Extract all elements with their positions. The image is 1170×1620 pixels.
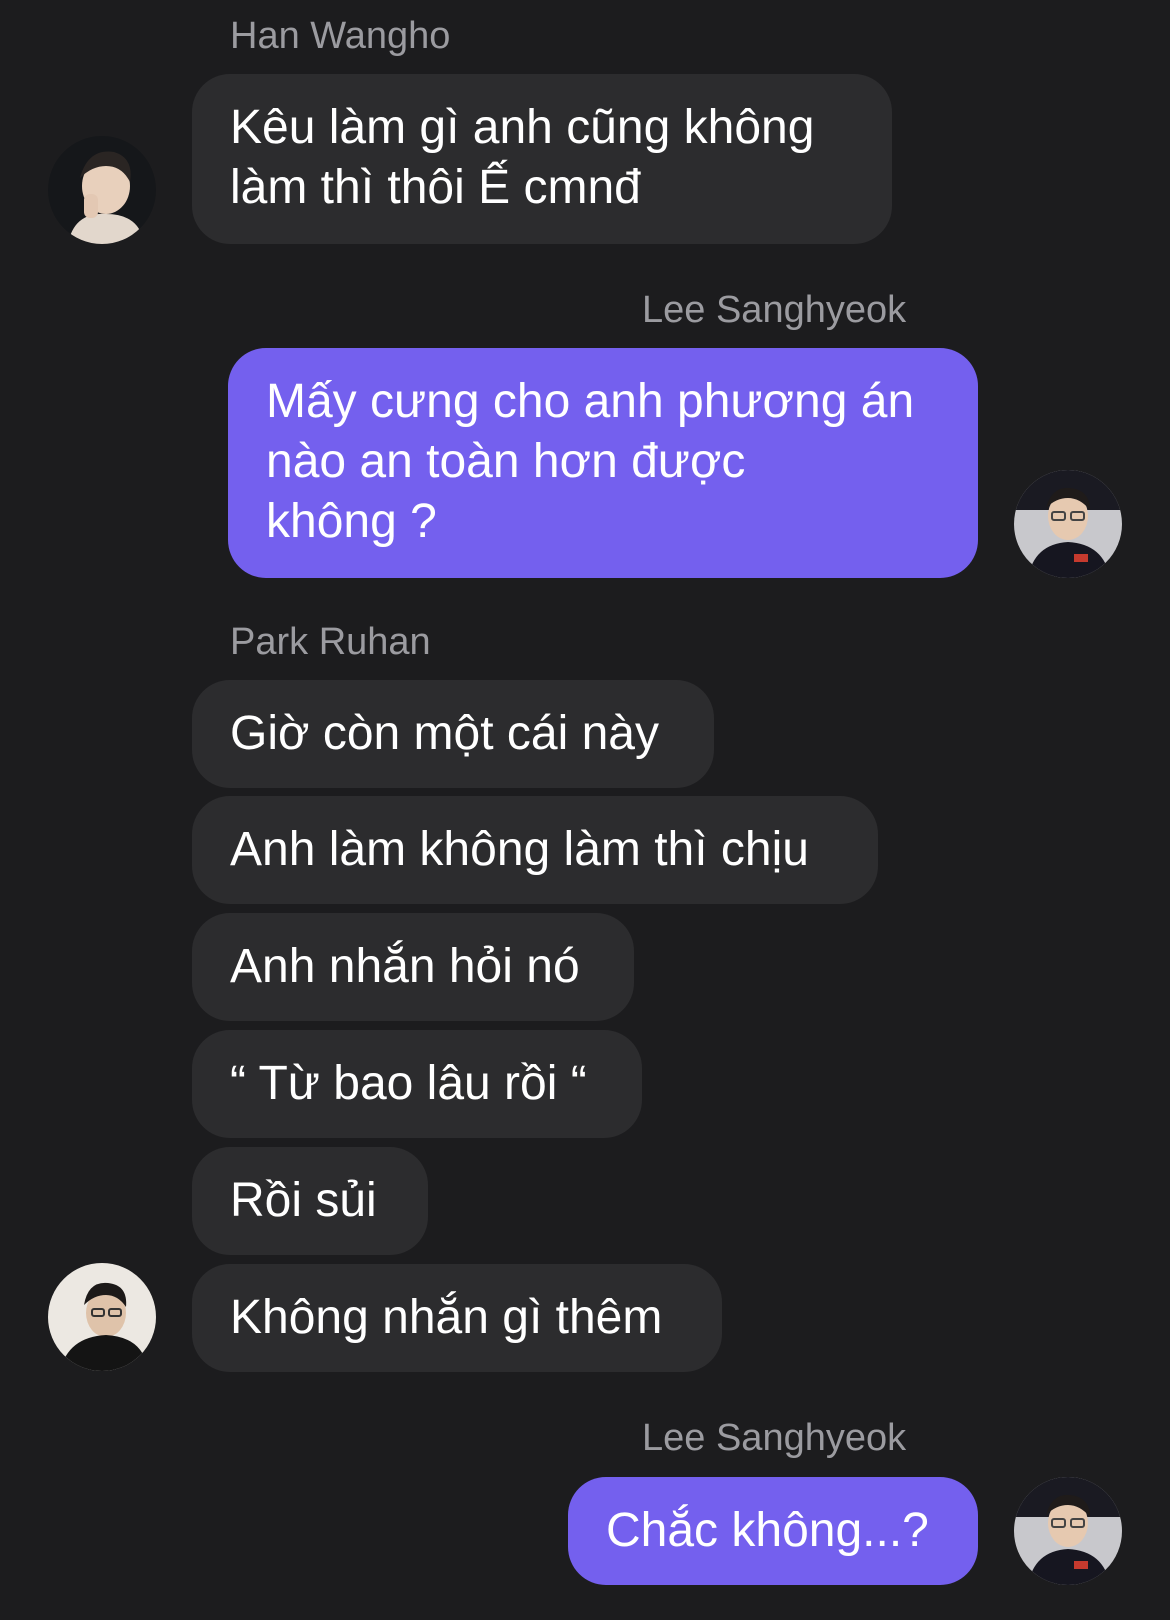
message-line: Chắc không...? (606, 1504, 929, 1557)
message-bubble[interactable]: Giờ còn một cái này (192, 680, 714, 788)
message-line: Anh nhắn hỏi nó (230, 940, 580, 993)
message-line: nào an toàn hơn được (266, 435, 746, 488)
sender-name-park-ruhan: Park Ruhan (230, 621, 431, 663)
message-line: Rồi sủi (230, 1174, 377, 1227)
message-bubble[interactable]: Rồi sủi (192, 1147, 428, 1255)
message-bubble[interactable]: Kêu làm gì anh cũng không làm thì thôi Ế… (192, 74, 892, 244)
lee-sanghyeok-avatar[interactable] (1014, 470, 1122, 578)
message-line: Không nhắn gì thêm (230, 1291, 663, 1344)
message-bubble[interactable]: Không nhắn gì thêm (192, 1264, 722, 1372)
message-bubble[interactable]: “ Từ bao lâu rồi “ (192, 1030, 642, 1138)
message-line: làm thì thôi Ế cmnđ (230, 161, 641, 214)
message-line: Giờ còn một cái này (230, 707, 659, 760)
message-line: “ Từ bao lâu rồi “ (230, 1057, 587, 1110)
sender-name-lee-sanghyeok: Lee Sanghyeok (642, 289, 907, 331)
message-bubble[interactable]: Mấy cưng cho anh phương án nào an toàn h… (228, 348, 978, 578)
message-bubble[interactable]: Anh làm không làm thì chịu (192, 796, 878, 904)
han-wangho-avatar[interactable] (48, 136, 156, 244)
message-line: Anh làm không làm thì chịu (230, 823, 809, 876)
message-bubble[interactable]: Chắc không...? (568, 1477, 978, 1585)
sender-name-han-wangho: Han Wangho (230, 15, 451, 57)
park-ruhan-avatar[interactable] (48, 1263, 156, 1371)
message-line: Kêu làm gì anh cũng không (230, 101, 815, 154)
lee-sanghyeok-avatar[interactable] (1014, 1477, 1122, 1585)
message-bubble[interactable]: Anh nhắn hỏi nó (192, 913, 634, 1021)
message-line: không ? (266, 495, 437, 548)
sender-name-lee-sanghyeok: Lee Sanghyeok (642, 1417, 907, 1459)
message-line: Mấy cưng cho anh phương án (266, 375, 915, 428)
